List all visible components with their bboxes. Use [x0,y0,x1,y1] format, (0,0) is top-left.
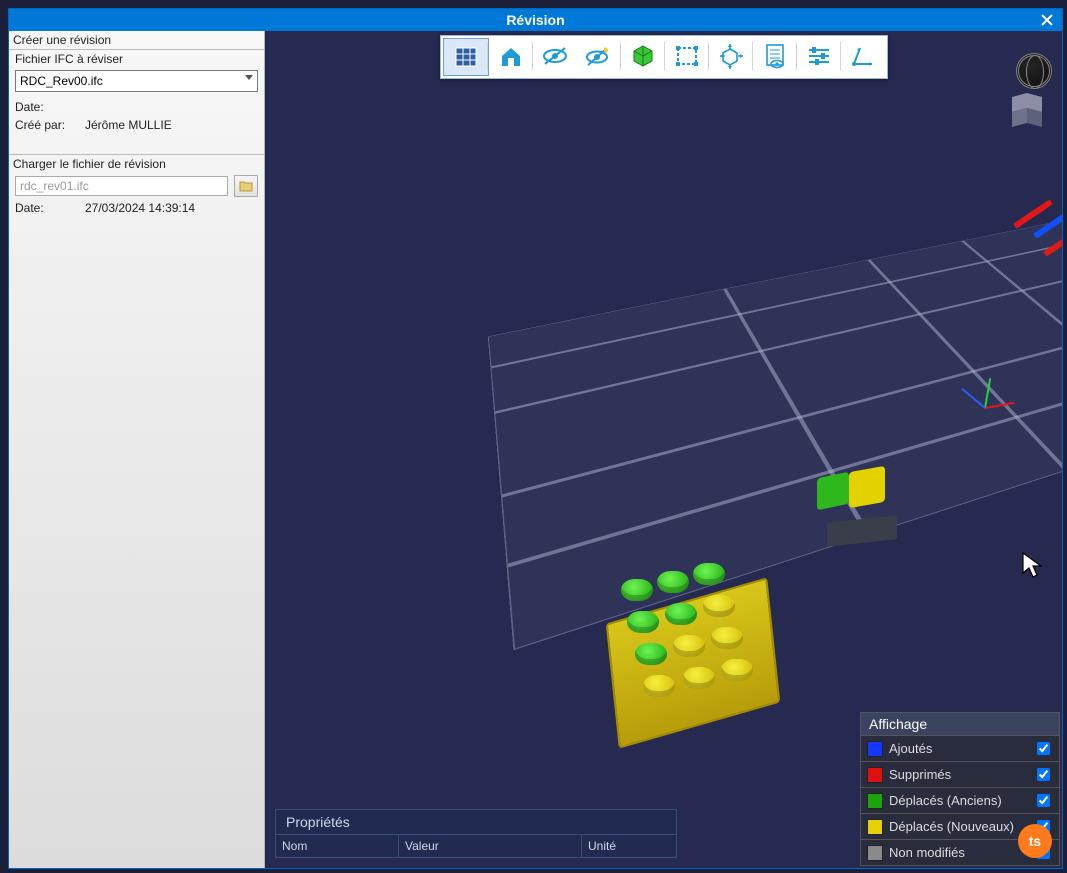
swatch-moved-old [867,793,883,809]
legend-label: Non modifiés [889,845,965,860]
revision-window: Révision Créer une révision Fichier IFC … [8,8,1063,869]
rev-date-label: Date: [15,201,75,215]
browse-button[interactable] [234,175,258,197]
properties-header: Propriétés [276,810,676,835]
window-title: Révision [506,9,564,31]
close-button[interactable] [1032,9,1062,31]
col-value[interactable]: Valeur [399,835,582,857]
home-view-button[interactable] [489,38,533,74]
cb-moved-old[interactable] [1037,794,1050,807]
legend-item-moved-old: Déplacés (Anciens) [861,787,1059,813]
swatch-moved-new [867,819,883,835]
legend-label: Supprimés [889,767,951,782]
swatch-removed [867,767,883,783]
revision-file-input[interactable]: rdc_rev01.ifc [15,176,228,196]
created-by-label: Créé par: [15,118,75,132]
viewer-3d[interactable]: Propriétés Nom Valeur Unité Affichage Aj… [265,31,1062,868]
show-selection-button[interactable] [577,38,621,74]
move-cube-button[interactable] [709,38,753,74]
chevron-down-icon [245,75,253,80]
properties-panel: Propriétés Nom Valeur Unité [275,809,677,858]
swatch-added [867,741,883,757]
cb-removed[interactable] [1037,768,1050,781]
created-by-value: Jérôme MULLIE [85,118,172,132]
close-icon [1041,14,1053,26]
legend-item-added: Ajoutés [861,735,1059,761]
ifc-file-value: RDC_Rev00.ifc [20,74,103,88]
ifc-date-label: Date: [15,100,75,114]
load-revision-header: Charger le fichier de révision [9,154,264,173]
ifc-file-label: Fichier IFC à réviser [9,50,264,68]
legend-label: Déplacés (Nouveaux) [889,819,1014,834]
legend-label: Déplacés (Anciens) [889,793,1002,808]
cube-button[interactable] [621,38,665,74]
col-name[interactable]: Nom [276,835,399,857]
viewer-toolbar [440,35,888,79]
ifc-file-select[interactable]: RDC_Rev00.ifc [15,70,258,92]
folder-icon [239,180,253,192]
bbox-button[interactable] [665,38,709,74]
swatch-unchanged [867,845,883,861]
legend-item-removed: Supprimés [861,761,1059,787]
cb-added[interactable] [1037,742,1050,755]
ts-badge: ts [1018,824,1052,858]
col-unit[interactable]: Unité [582,835,676,857]
titlebar: Révision [9,9,1062,31]
legend-label: Ajoutés [889,741,932,756]
side-panel: Créer une révision Fichier IFC à réviser… [9,31,265,868]
axis-button[interactable] [841,38,885,74]
rev-date-value: 27/03/2024 14:39:14 [85,201,195,215]
create-revision-header: Créer une révision [9,31,264,50]
settings-sliders-button[interactable] [797,38,841,74]
legend-header: Affichage [861,713,1059,735]
hide-button[interactable] [533,38,577,74]
list-view-button[interactable] [443,38,489,76]
report-button[interactable] [753,38,797,74]
